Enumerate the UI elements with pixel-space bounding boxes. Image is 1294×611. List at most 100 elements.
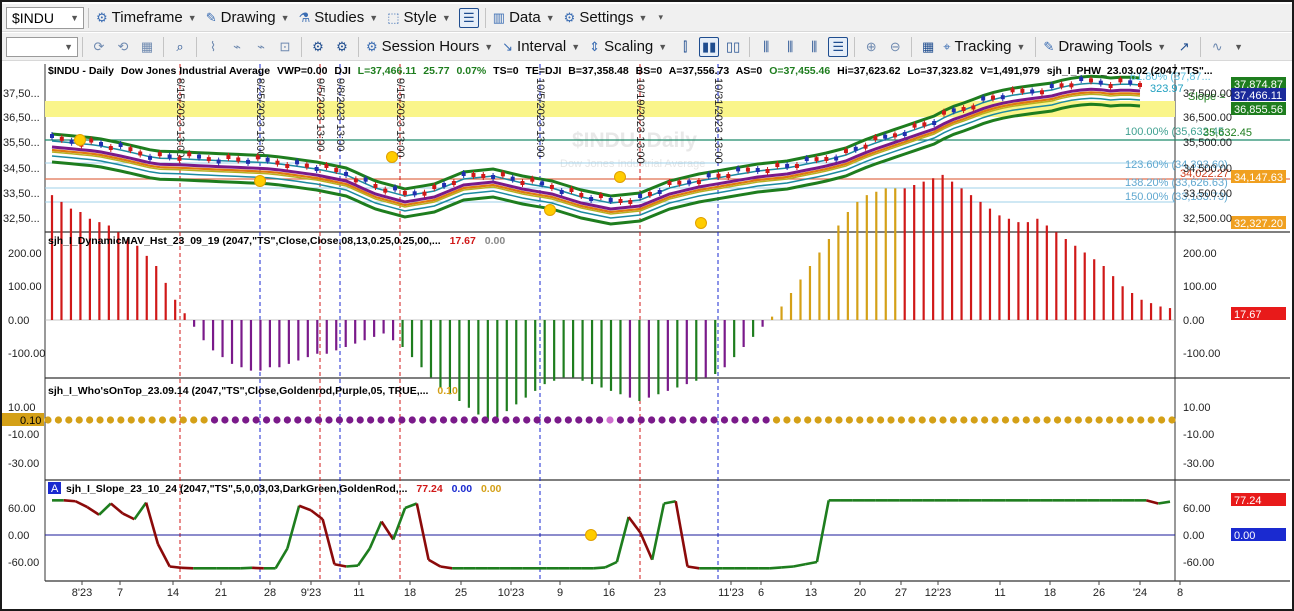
chart-area[interactable]: $INDU, Daily Dow Jones Industrial Averag… [0, 0, 1294, 611]
hist-axis-label-left: 200.00 [8, 248, 42, 260]
candle-body [206, 157, 211, 162]
time-axis-label: 8'23 [72, 587, 92, 599]
candle-body [559, 190, 564, 194]
candle-body [177, 156, 182, 161]
whos-on-top-dot [502, 416, 510, 424]
whos-on-top-dot [929, 416, 937, 424]
whos-on-top-dot [262, 416, 271, 424]
whos-on-top-dot [918, 416, 926, 424]
time-axis-label: 21 [215, 587, 227, 599]
whos-on-top-dot [127, 416, 135, 424]
whos-on-top-dot [679, 416, 687, 424]
hist-axis-label-left: -100.00 [8, 348, 45, 360]
hist-axis-label: -100.00 [1183, 348, 1220, 360]
candle-body [275, 160, 280, 165]
whos-on-top-dot [981, 416, 989, 424]
time-axis-label: 12'23 [925, 587, 952, 599]
whos-on-top-dot [658, 416, 666, 424]
time-axis-label: 11 [994, 587, 1005, 599]
candle-body [1118, 78, 1123, 83]
candle-body [941, 110, 946, 115]
candle-body [451, 181, 456, 185]
hist-value: 17.67 [450, 235, 476, 247]
candle-body [1000, 95, 1005, 100]
hist-title: sjh_I_DynamicMAV_Hst_23_09_19 (2047,"TS"… [48, 235, 505, 247]
wot-axis-label: -30.00 [1183, 458, 1214, 470]
slope-segment [346, 564, 359, 568]
candle-body [736, 167, 741, 172]
whos-on-top-dot [231, 416, 239, 424]
whos-on-top-dot [543, 416, 552, 424]
candle-body [618, 199, 623, 203]
slope-value-2: 0.00 [452, 483, 473, 495]
whos-on-top-dot [491, 416, 500, 424]
candle-body [324, 164, 329, 168]
candle-body [794, 164, 799, 168]
candle-body [1088, 78, 1093, 83]
date-marker-label: 10/31/2023 13:00 [712, 78, 724, 164]
title-symbol: $INDU - Daily [48, 65, 114, 77]
candle-body [99, 142, 104, 146]
date-marker-label: 10/5/2023 13:00 [534, 78, 546, 158]
whos-on-top-dot [991, 416, 999, 424]
candle-body [775, 163, 780, 167]
time-axis-label: 11 [353, 587, 364, 599]
whos-on-top-dot [606, 416, 614, 424]
hist-value2: 0.00 [485, 235, 506, 247]
whos-on-top-dot [148, 416, 156, 424]
slope-tag-2-text: 0.00 [1234, 530, 1255, 542]
candle-body [834, 156, 839, 161]
whos-on-top-dot [190, 416, 198, 424]
candle-body [843, 149, 848, 153]
whos-on-top-dot [1137, 416, 1145, 424]
title-bid: B=37,358.48 [568, 65, 629, 77]
candle-body [481, 174, 486, 178]
whos-on-top-dot [824, 416, 833, 424]
candle-body [344, 172, 349, 176]
candle-body [510, 176, 515, 181]
whos-on-top-dot [845, 416, 853, 424]
whos-on-top-dot [1033, 416, 1041, 424]
price-axis-label: 35,500.00 [1183, 137, 1232, 149]
whos-on-top-dot [887, 416, 895, 424]
whos-on-top-dot [783, 416, 791, 424]
candle-body [569, 188, 574, 192]
candle-body [471, 173, 476, 177]
candle-body [157, 152, 162, 157]
title-percent: 0.07% [456, 65, 486, 77]
candle-body [579, 193, 584, 197]
candle-body [216, 159, 221, 164]
whos-on-top-dot [377, 416, 385, 424]
slope-segment [769, 566, 782, 570]
candle-body [422, 191, 427, 196]
slope-title: sjh_I_Slope_23_10_24 (2047,"TS",5,0,03,0… [66, 483, 502, 495]
candle-body [932, 121, 937, 125]
whos-on-top-dot [86, 416, 94, 424]
candle-body [59, 136, 64, 141]
whos-on-top-dot [387, 416, 396, 424]
wot-axis-label: 10.00 [1183, 402, 1211, 414]
candle-body [353, 178, 358, 183]
candle-body [667, 181, 672, 185]
wot-title-text: sjh_I_Who'sOnTop_23.09.14 (2047,"TS",Clo… [48, 385, 429, 397]
whos-on-top-dot [585, 416, 593, 424]
slope-tag-1-text: 77.24 [1234, 495, 1262, 507]
price-axis-label: 33,500.00 [1183, 188, 1232, 200]
candle-body [1098, 80, 1103, 85]
whos-on-top-dot [512, 416, 520, 424]
whos-on-top-dot [908, 416, 916, 424]
candle-body [295, 160, 300, 165]
candle-body [89, 138, 94, 143]
title-name: Dow Jones Industrial Average [121, 65, 270, 77]
date-marker-label: 8/15/2023 13:00 [174, 78, 186, 158]
candle-body [530, 177, 535, 182]
time-axis-label: 20 [854, 587, 866, 599]
candle-body [1108, 84, 1113, 88]
whos-on-top-dot [1074, 416, 1082, 424]
whos-on-top-dot [970, 416, 978, 424]
watermark-name: Dow Jones Industrial Average [560, 158, 705, 170]
wot-axis-label-left: -10.00 [8, 429, 39, 441]
price-axis-label: 32,500.00 [1183, 213, 1232, 225]
price-tag-band-text: 36,855.56 [1234, 104, 1283, 116]
candle-body [902, 132, 907, 136]
